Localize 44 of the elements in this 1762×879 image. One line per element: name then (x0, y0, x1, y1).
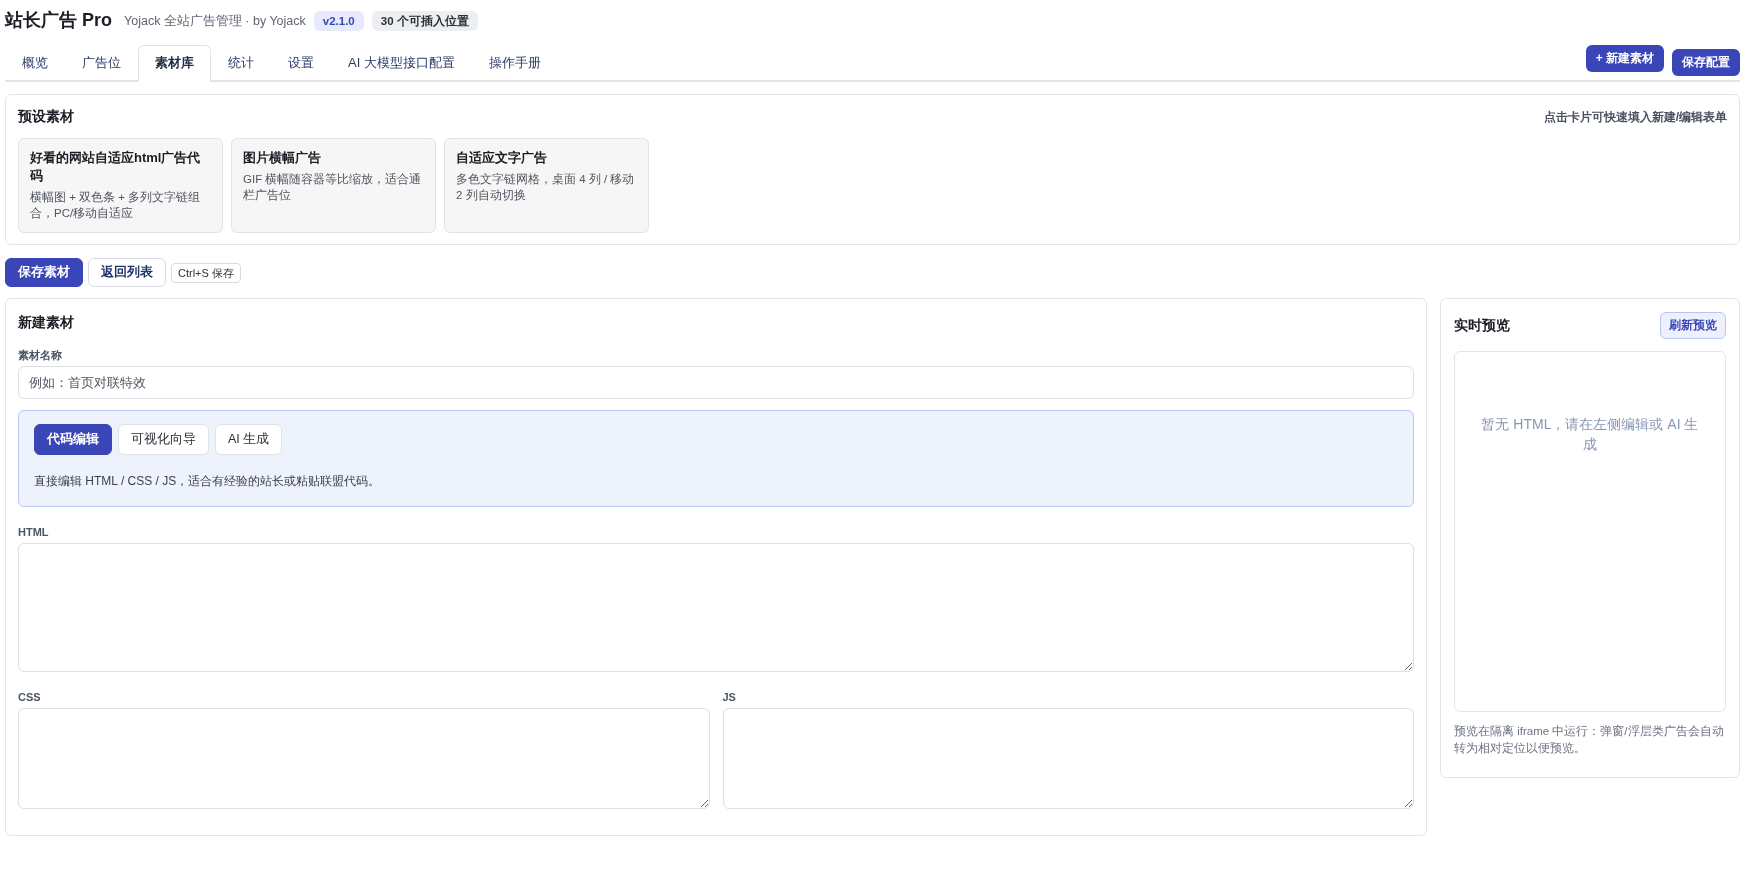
empty-message: 暂无 HTML，请在左侧编辑或 AI 生成 (1480, 415, 1700, 455)
section-title: 实时预览 (1454, 316, 1510, 335)
nav-tab[interactable]: 设置 (271, 45, 331, 80)
preset-title: 好看的网站自适应html广告代码 (30, 149, 202, 186)
mode-tab[interactable]: 可视化向导 (118, 423, 209, 455)
new-material-button[interactable]: + 新建素材 (1585, 45, 1664, 72)
name-input[interactable]: 例如：首页对联特效 (18, 365, 1414, 399)
field-label: HTML (18, 524, 49, 539)
shortcut-hint: Ctrl+S 保存 (171, 262, 241, 283)
section-title: 预设素材 (18, 108, 74, 126)
preset-card[interactable]: 图片横幅广告 GIF 横幅随容器等比缩放，适合通栏广告位 (231, 138, 436, 234)
nav-tab[interactable]: 操作手册 (471, 45, 558, 80)
field-label: 素材名称 (18, 347, 62, 362)
code-field[interactable] (18, 707, 710, 809)
preset-description: 横幅图 + 双色条 + 多列文字链组合，PC/移动自适应 (30, 190, 202, 222)
nav-tab[interactable]: 素材库 (138, 45, 211, 82)
mode-tab[interactable]: 代码编辑 (34, 423, 112, 455)
preset-description: 多色文字链网格，桌面 4 列 / 移动 2 列自动切换 (456, 172, 636, 204)
app-title: 站长广告 Pro (5, 10, 112, 32)
preset-card[interactable]: 自适应文字广告 多色文字链网格，桌面 4 列 / 移动 2 列自动切换 (444, 138, 649, 234)
back-to-list-button[interactable]: 返回列表 (88, 258, 166, 288)
code-field[interactable] (722, 707, 1414, 809)
code-field[interactable] (18, 542, 1414, 672)
preset-title: 自适应文字广告 (456, 149, 548, 168)
section-title: 新建素材 (18, 314, 74, 333)
version-badge: v2.1.0 (313, 11, 364, 31)
count-badge: 30 个可插入位置 (371, 11, 478, 31)
preset-title: 图片横幅广告 (243, 149, 322, 168)
hint-text: 点击卡片可快速填入新建/编辑表单 (1543, 109, 1727, 127)
mode-tab[interactable]: AI 生成 (215, 423, 283, 455)
preset-description: GIF 横幅随容器等比缩放，适合通栏广告位 (243, 172, 423, 204)
field-label: CSS (18, 689, 41, 704)
nav-tab[interactable]: 概览 (5, 45, 65, 80)
nav-tab[interactable]: 统计 (211, 45, 271, 80)
nav-tab[interactable]: AI 大模型接口配置 (331, 45, 472, 80)
nav-tab[interactable]: 广告位 (65, 45, 138, 80)
field-label: JS (722, 689, 736, 704)
refresh-preview-button[interactable]: 刷新预览 (1660, 312, 1726, 340)
app-subtitle: Yojack 全站广告管理 · by Yojack (124, 12, 306, 30)
mode-description: 直接编辑 HTML / CSS / JS，适合有经验的站长或粘贴联盟代码。 (34, 472, 381, 490)
preview-note: 预览在隔离 iframe 中运行：弹窗/浮层类广告会自动转为相对定位以便预览。 (1454, 724, 1725, 757)
save-config-button[interactable]: 保存配置 (1672, 49, 1740, 76)
preset-card[interactable]: 好看的网站自适应html广告代码 横幅图 + 双色条 + 多列文字链组合，PC/移动自适应 (18, 138, 223, 234)
save-material-button[interactable]: 保存素材 (5, 258, 83, 288)
